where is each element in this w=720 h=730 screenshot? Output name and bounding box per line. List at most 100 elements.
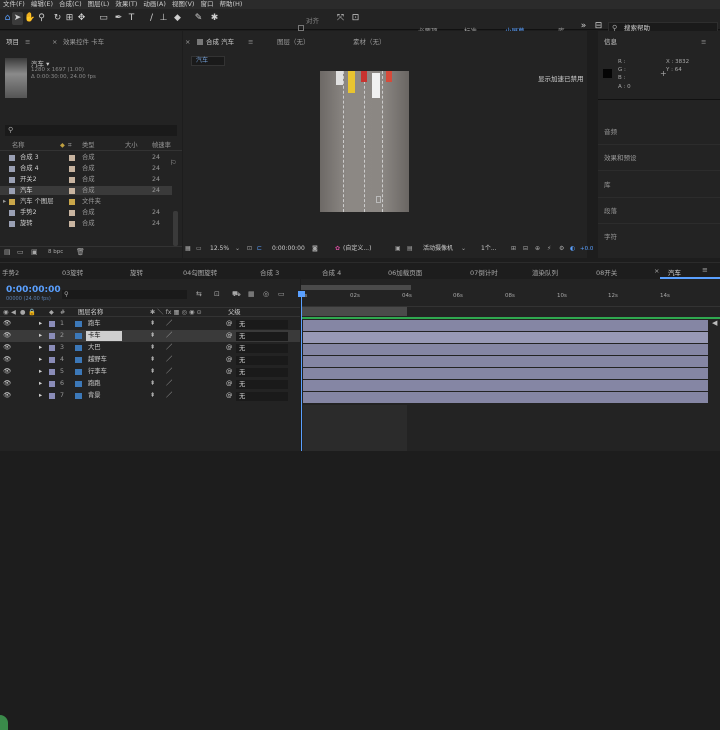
column-layer-name[interactable]: 图层名称 — [78, 308, 103, 317]
column-size[interactable]: 大小 — [125, 141, 138, 150]
quality-switch-icon[interactable]: ／ — [166, 318, 172, 330]
expand-arrow-icon[interactable]: ▸ — [39, 354, 42, 366]
tab-04-check-rotate[interactable]: 04勾图旋转 — [183, 267, 217, 277]
new-comp-icon[interactable]: ▣ — [31, 248, 38, 256]
shy-switch-icon[interactable]: ⇞ — [150, 318, 155, 330]
expand-arrow-icon[interactable]: ▸ — [39, 390, 42, 402]
expand-arrow-icon[interactable]: ▸ — [3, 197, 6, 206]
zoom-level[interactable]: 12.5% — [210, 243, 229, 255]
layer-row[interactable]: 👁 ▸ 5 行李车 ⇞ ／ @ 无 — [0, 366, 300, 378]
mask-visibility-icon[interactable]: ⊏ — [257, 243, 262, 255]
graph-editor-icon[interactable]: ▭ — [278, 290, 285, 298]
panel-menu-icon[interactable]: ≡ — [702, 266, 708, 274]
fast-preview-icon[interactable]: ⚡ — [547, 243, 551, 255]
camera-select[interactable]: 活动摄像机 — [423, 243, 453, 255]
layer-name[interactable]: 行李车 — [88, 366, 107, 378]
quality-switch-icon[interactable]: ／ — [166, 330, 172, 342]
project-scrollbar[interactable] — [173, 211, 178, 246]
close-icon[interactable]: × — [185, 37, 190, 47]
viewer-timecode[interactable]: 0:00:00:00 — [272, 243, 305, 255]
panel-menu-icon[interactable]: ≡ — [248, 37, 253, 47]
tab-render-queue[interactable]: 渲染队列 — [532, 267, 558, 277]
pickwhip-icon[interactable]: @ — [226, 318, 232, 330]
new-folder-icon[interactable]: ▭ — [17, 248, 24, 256]
menu-effect[interactable]: 效果(T) — [115, 0, 137, 9]
layer-row[interactable]: 👁 ▸ 4 越野车 ⇞ ／ @ 无 — [0, 354, 300, 366]
layout-icon[interactable]: ⊞ — [511, 243, 516, 255]
tab-03-rotate[interactable]: 03旋转 — [62, 267, 83, 277]
dropdown-icon[interactable]: ⌄ — [461, 243, 466, 255]
layer-name[interactable]: 越野车 — [88, 354, 107, 366]
panel-menu-icon[interactable]: ≡ — [25, 37, 30, 47]
layer-name[interactable]: 跑跑 — [88, 378, 101, 390]
menu-window[interactable]: 窗口 — [200, 0, 213, 9]
expand-arrow-icon[interactable]: ▸ — [39, 342, 42, 354]
time-ruler[interactable]: 0s 02s 04s 06s 08s 10s 12s 14s — [301, 291, 720, 307]
color-channel-icon[interactable]: ✿ — [335, 243, 340, 255]
scroll-marker-icon[interactable]: ◀ — [712, 319, 718, 327]
eye-icon[interactable]: 👁 — [3, 378, 11, 390]
label-swatch[interactable] — [49, 381, 55, 387]
layer-row[interactable]: 👁 ▸ 1 跑车 ⇞ ／ @ 无 — [0, 318, 300, 330]
quality-switch-icon[interactable]: ／ — [166, 390, 172, 402]
layer-duration-bar[interactable] — [303, 344, 708, 355]
expand-arrow-icon[interactable]: ▸ — [39, 330, 42, 342]
menu-view[interactable]: 视图(V) — [172, 0, 195, 9]
camera-tool-icon[interactable]: ⊞ — [64, 12, 75, 25]
panel-libraries[interactable]: 库 — [604, 180, 611, 190]
exposure-value[interactable]: +0.0 — [580, 243, 593, 255]
expand-arrow-icon[interactable]: ▸ — [39, 318, 42, 330]
car-white[interactable] — [336, 71, 343, 85]
layer-row[interactable]: 👁 ▸ 3 大巴 ⇞ ／ @ 无 — [0, 342, 300, 354]
menu-edit[interactable]: 编辑(E) — [31, 0, 53, 9]
panel-paragraph[interactable]: 段落 — [604, 206, 617, 216]
3d-icon[interactable]: ⊕ — [535, 243, 540, 255]
expand-arrow-icon[interactable]: ▸ — [39, 366, 42, 378]
tab-car[interactable]: 汽车 — [668, 267, 681, 277]
tab-06-loading[interactable]: 06加载页面 — [388, 267, 422, 277]
comp-canvas[interactable] — [320, 71, 409, 212]
layer-search-field[interactable]: ⚲ — [62, 290, 187, 299]
column-fps[interactable]: 帧速率 — [152, 141, 171, 150]
grid-icon[interactable]: ⊟ — [523, 243, 528, 255]
panel-effects-presets[interactable]: 效果和预设 — [604, 153, 637, 163]
lock-icon[interactable] — [197, 39, 203, 45]
interpret-footage-icon[interactable]: ▤ — [4, 248, 11, 256]
menu-layer[interactable]: 图层(L) — [88, 0, 110, 9]
frame-blend-icon[interactable]: ▦ — [248, 290, 255, 298]
layer-duration-bar[interactable] — [303, 332, 708, 343]
transparency-icon[interactable]: ▤ — [407, 243, 413, 255]
quality-switch-icon[interactable]: ／ — [166, 354, 172, 366]
info-title[interactable]: 信息 — [604, 37, 617, 47]
tab-composition[interactable]: 合成 汽车 — [206, 37, 234, 47]
current-timecode[interactable]: 0:00:00:00 — [6, 285, 61, 295]
menu-animation[interactable]: 动画(A) — [143, 0, 166, 9]
shy-switch-icon[interactable]: ⇞ — [150, 330, 155, 342]
motion-blur-icon[interactable]: ◎ — [263, 290, 269, 298]
safe-zones-icon[interactable]: ⊡ — [247, 243, 252, 255]
layer-name[interactable]: 跑车 — [88, 318, 101, 330]
eye-icon[interactable]: 👁 — [3, 330, 11, 342]
list-item[interactable]: 旋转 合成 24 — [0, 219, 172, 228]
truck-white[interactable] — [372, 73, 380, 98]
playhead-line[interactable] — [301, 291, 302, 451]
eye-icon[interactable]: 👁 — [3, 390, 11, 402]
pickwhip-icon[interactable]: @ — [226, 378, 232, 390]
parent-select[interactable]: 无 — [236, 355, 288, 365]
layer-duration-bar[interactable] — [303, 368, 708, 379]
rotate-tool-icon[interactable]: ↻ — [52, 12, 63, 25]
tab-footage[interactable]: 素材（无） — [353, 37, 386, 47]
quality-switch-icon[interactable]: ／ — [166, 366, 172, 378]
delete-icon[interactable]: 🗑 — [76, 248, 85, 256]
shy-icon[interactable]: ⛟ — [232, 290, 241, 299]
list-item[interactable]: 手势2 合成 24 — [0, 208, 172, 217]
clone-stamp-tool-icon[interactable]: ⊥ — [158, 12, 169, 25]
tab-comp3[interactable]: 合成 3 — [260, 267, 279, 277]
eraser-tool-icon[interactable]: ◆ — [172, 12, 183, 25]
panel-audio[interactable]: 音频 — [604, 127, 617, 137]
tab-07-countdown[interactable]: 07倒计时 — [470, 267, 498, 277]
tab-rotate[interactable]: 旋转 — [130, 267, 143, 277]
layer-duration-bar[interactable] — [303, 392, 708, 403]
pickwhip-icon[interactable]: @ — [226, 366, 232, 378]
brush-tool-icon[interactable]: ∕ — [146, 12, 157, 25]
